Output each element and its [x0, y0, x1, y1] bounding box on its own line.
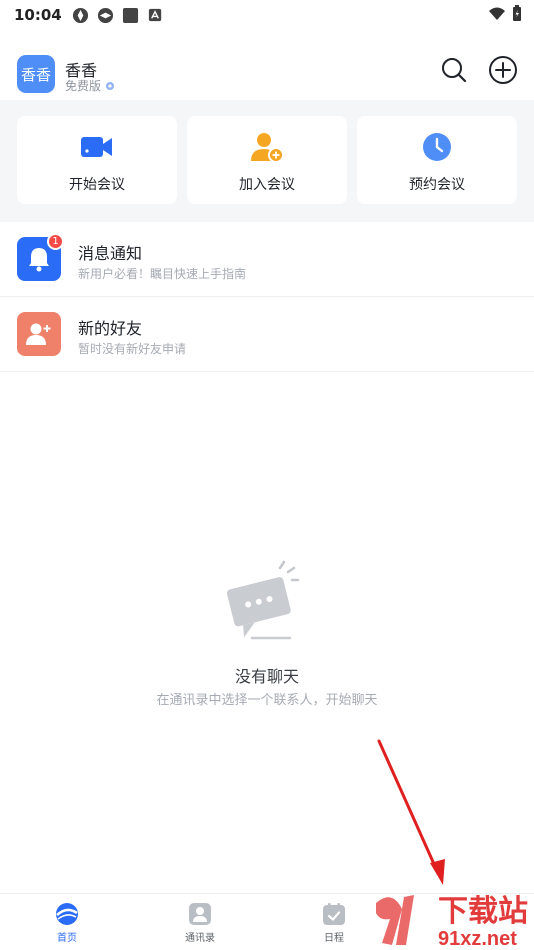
- empty-state-subtitle: 在通讯录中选择一个联系人，开始聊天: [156, 693, 378, 708]
- contacts-icon: [189, 903, 211, 925]
- plan-badge-icon: [106, 81, 115, 90]
- schedule-meeting-label: 预约会议: [409, 177, 465, 193]
- tab-label: 首页: [57, 933, 77, 944]
- battery-icon: [513, 5, 521, 21]
- status-time: 10:04: [14, 6, 62, 24]
- list-item-title: 消息通知: [78, 244, 143, 263]
- clock-icon: [418, 128, 456, 166]
- start-meeting-card[interactable]: 开始会议: [17, 116, 177, 204]
- tab-label: 日程: [324, 933, 344, 944]
- join-meeting-card[interactable]: 加入会议: [187, 116, 347, 204]
- add-friend-icon: [17, 312, 61, 356]
- home-icon: [56, 903, 78, 925]
- annotation-arrow: [377, 739, 445, 885]
- start-meeting-label: 开始会议: [69, 177, 125, 193]
- plan-text: 免费版: [65, 79, 102, 93]
- watermark-brand: 下载站: [438, 895, 528, 928]
- list-item-subtitle: 新用户必看！瞩目快速上手指南: [78, 267, 247, 281]
- watermark-logo: 下载站 91xz.net: [376, 895, 528, 950]
- video-camera-icon: [78, 128, 116, 166]
- add-person-icon: [248, 128, 286, 166]
- notification-icon: [97, 7, 113, 23]
- list-item-notifications[interactable]: 1 消息通知 新用户必看！瞩目快速上手指南: [0, 223, 534, 297]
- empty-state-title: 没有聊天: [234, 667, 299, 686]
- status-right: [488, 5, 522, 22]
- wifi-icon: [489, 7, 505, 20]
- quick-actions: 开始会议 加入会议 预约会议: [0, 100, 534, 222]
- join-meeting-label: 加入会议: [239, 177, 295, 193]
- list-item-subtitle: 暂时没有新好友申请: [78, 342, 187, 356]
- status-bar: 10:04: [0, 0, 534, 30]
- avatar[interactable]: 香香: [17, 55, 55, 93]
- tab-label: 通讯录: [185, 933, 215, 944]
- app-header: 香香 香香 免费版: [0, 50, 534, 98]
- schedule-meeting-card[interactable]: 预约会议: [357, 116, 517, 204]
- search-button[interactable]: [438, 54, 470, 86]
- add-button[interactable]: [487, 54, 519, 86]
- search-icon: [442, 58, 467, 83]
- empty-chat-illustration: [226, 560, 300, 640]
- unread-badge: 1: [47, 233, 64, 250]
- notification-icon: [122, 7, 138, 23]
- tab-contacts[interactable]: 通讯录: [160, 902, 240, 944]
- notification-icon: [72, 7, 88, 23]
- plan-label: 免费版: [65, 77, 115, 94]
- plus-circle-icon: [489, 56, 517, 84]
- list-item-new-friends[interactable]: 新的好友 暂时没有新好友申请: [0, 298, 534, 372]
- list-item-title: 新的好友: [78, 319, 143, 338]
- watermark-domain: 91xz.net: [438, 928, 517, 950]
- calendar-icon: [323, 903, 345, 925]
- tab-home[interactable]: 首页: [27, 902, 107, 944]
- notification-icon: [148, 8, 161, 21]
